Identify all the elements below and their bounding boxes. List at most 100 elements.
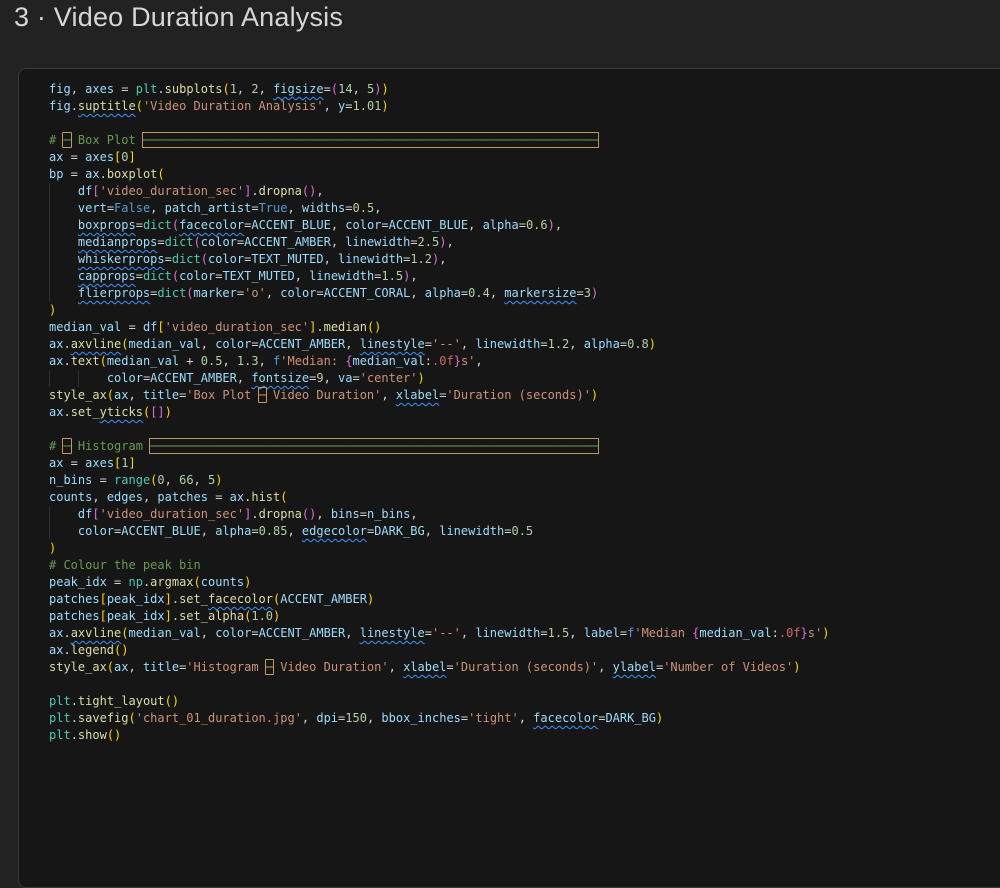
code-token: linewidth [475,337,540,351]
code-token: dropna [259,507,302,521]
code-token: style_ax [49,660,107,674]
code-token: 2.5 [418,235,440,249]
code-token: , [92,490,106,504]
code-token: , [446,235,453,249]
code-token: = [251,524,258,538]
code-token: = [345,99,352,113]
code-token: alpha [483,218,519,232]
code-token: 'chart_01_duration.jpg' [136,711,302,725]
code-token: savefig [78,711,129,725]
code-token: () [302,184,316,198]
code-token: ACCENT_BLUE [251,218,330,232]
code-token: () [302,507,316,521]
code-token: bins [331,507,360,521]
code-token: ) [591,388,598,402]
code-token: ) [49,303,56,317]
code-token: = [324,82,331,96]
code-token: suptitle [78,99,136,113]
code-token: ACCENT_AMBER [150,371,237,385]
code-token: ) [649,337,656,351]
code-token: = [136,218,143,232]
code-token: 0.4 [468,286,490,300]
code-token: bbox_inches [381,711,460,725]
code-token: patch_artist [165,201,252,215]
code-token [49,218,78,232]
code-token [49,507,78,521]
code-token: } [454,354,461,368]
code-token: 3 [584,286,591,300]
code-token: , [237,371,251,385]
code-token: patches [49,592,100,606]
code-token: = [316,286,323,300]
code-token [49,201,78,215]
code-token: medianprops [78,235,157,249]
code-token: median_val [699,626,771,640]
code-token: ( [172,269,179,283]
code-line: flierprops=dict(marker='o', color=ACCENT… [49,285,1000,302]
code-token: facecolor [533,711,598,725]
code-token: = [92,473,114,487]
code-token: axes [85,150,114,164]
code-token: ax [114,388,128,402]
code-token: linewidth [345,235,410,249]
code-token: . [172,592,179,606]
code-token: ) [165,405,172,419]
code-line: style_ax(ax, title='Histogram ─ Video Du… [49,659,1000,676]
code-token: , [425,524,439,538]
code-line [49,421,1000,438]
code-token: , [324,99,338,113]
code-token: df [78,184,92,198]
code-token: = [63,456,85,470]
code-token: , [201,524,215,538]
code-token: , [287,201,301,215]
code-token: True [259,201,288,215]
code-token: = [136,269,143,283]
code-token: TEXT_MUTED [222,269,294,283]
code-line: ) [49,302,1000,319]
code-token: . [71,99,78,113]
code-token: [ [92,507,99,521]
code-token: , [295,269,309,283]
code-token: ACCENT_BLUE [121,524,200,538]
code-token: , [143,490,157,504]
code-token: patches [157,490,208,504]
code-token: whiskerprops [78,252,165,266]
code-token: () [107,728,121,742]
code-token: ACCENT_AMBER [244,235,331,249]
code-token: = [577,286,584,300]
code-token: 'Video Duration Analysis' [143,99,324,113]
code-token: . [63,337,70,351]
code-token: xlabel [396,388,439,402]
code-token: ( [201,252,208,266]
code-token: , [331,235,345,249]
code-token: : [425,354,432,368]
code-token: ) [418,371,425,385]
code-line: ax.axvline(median_val, color=ACCENT_AMBE… [49,336,1000,353]
code-token: 2 [251,82,258,96]
code-token: linewidth [475,626,540,640]
code-token: , [194,473,208,487]
code-token [49,252,78,266]
code-token: , [345,626,359,640]
code-token: 'o' [244,286,266,300]
code-token: = [114,82,136,96]
code-line: counts, edges, patches = ax.hist( [49,489,1000,506]
code-token: plt [49,694,71,708]
code-line [49,115,1000,132]
code-token: , [374,201,381,215]
code-token: axvline [71,626,122,640]
code-token [49,269,78,283]
code-token: = [410,235,417,249]
code-token: alpha [425,286,461,300]
code-token: , [569,626,583,640]
code-token: . [63,405,70,419]
code-token: . [251,184,258,198]
code-token: color [208,252,244,266]
code-token: ) [367,592,374,606]
code-token: peak_idx [107,592,165,606]
code-token: range [114,473,150,487]
code-token: plt [49,728,71,742]
code-token: ax [49,626,63,640]
code-token: } [801,626,808,640]
code-token: ( [121,626,128,640]
